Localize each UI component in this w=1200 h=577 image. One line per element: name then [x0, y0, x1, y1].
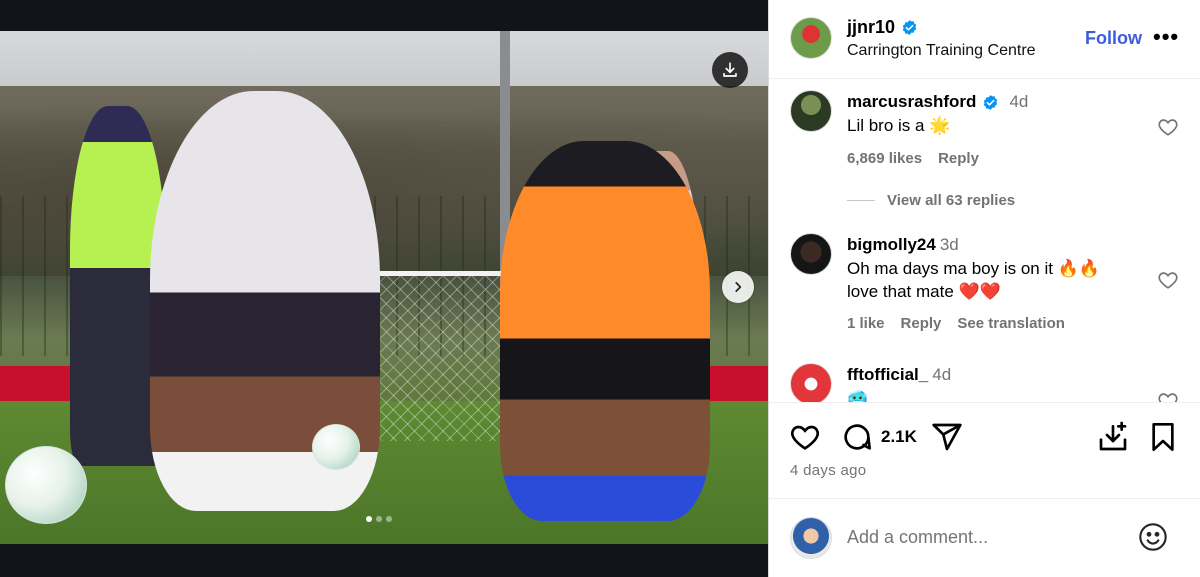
- post-time-ago[interactable]: 4 days ago: [790, 462, 866, 479]
- author-username-text[interactable]: jjnr10: [847, 17, 895, 38]
- author-username[interactable]: jjnr10: [847, 17, 918, 38]
- photo-ball: [5, 446, 87, 524]
- post-location[interactable]: Carrington Training Centre: [847, 42, 1036, 60]
- comments-list[interactable]: marcusrashford 4d Lil bro is a 🌟 6,869 l…: [769, 80, 1200, 402]
- comment-text-line: Oh ma days ma boy is on it 🔥🔥: [847, 259, 1101, 278]
- comment-text-line: love that mate ❤️❤️: [847, 282, 1001, 301]
- send-icon[interactable]: [931, 421, 963, 453]
- carousel-dot: [376, 516, 382, 522]
- post-sidebar: jjnr10 Carrington Training Centre Follow…: [768, 0, 1200, 577]
- heart-icon[interactable]: [1157, 390, 1179, 402]
- commenter-username[interactable]: fftofficial_ 4d: [847, 365, 951, 385]
- carousel-dot: [386, 516, 392, 522]
- heart-icon[interactable]: [1157, 116, 1179, 138]
- commenter-username-text[interactable]: fftofficial_: [847, 365, 928, 384]
- commenter-username-text[interactable]: bigmolly24: [847, 235, 936, 254]
- photo-player: [500, 141, 710, 521]
- commenter-username[interactable]: marcusrashford 4d: [847, 92, 1028, 112]
- commenter-avatar[interactable]: [790, 363, 832, 402]
- comment-text: 🥶: [847, 390, 869, 402]
- carousel-dot: [366, 516, 372, 522]
- emoji-icon[interactable]: [1137, 521, 1169, 553]
- comment-meta: 6,869 likes Reply: [847, 150, 979, 167]
- replies-divider: [847, 200, 875, 201]
- save-to-collection-icon[interactable]: [1097, 421, 1129, 453]
- reply-button[interactable]: Reply: [901, 315, 942, 332]
- chevron-right-icon: [735, 282, 742, 292]
- carousel-indicator: [366, 516, 392, 522]
- comment-text: Lil bro is a 🌟: [847, 116, 951, 135]
- post-actions: 2.1K 4 days ago: [769, 402, 1200, 498]
- post-header: jjnr10 Carrington Training Centre Follow…: [769, 0, 1200, 79]
- verified-badge-icon: [902, 20, 917, 35]
- commenter-username[interactable]: bigmolly24 3d: [847, 235, 959, 255]
- comment-time[interactable]: 4d: [1009, 92, 1028, 112]
- comment-likes[interactable]: 1 like: [847, 315, 885, 332]
- heart-icon[interactable]: [1157, 269, 1179, 291]
- more-options-button[interactable]: •••: [1153, 24, 1179, 50]
- next-slide-button[interactable]: [722, 271, 754, 303]
- heart-icon[interactable]: [789, 421, 821, 453]
- photo-ball: [312, 424, 360, 470]
- verified-badge-icon: [984, 94, 998, 110]
- bookmark-icon[interactable]: [1147, 421, 1179, 453]
- see-translation-button[interactable]: See translation: [957, 315, 1065, 332]
- add-comment-bar: [769, 498, 1200, 577]
- comment-time[interactable]: 3d: [940, 235, 959, 254]
- current-user-avatar: [790, 517, 832, 559]
- author-avatar[interactable]: [790, 17, 832, 59]
- comment-time[interactable]: 4d: [932, 365, 951, 384]
- media-pane: [0, 0, 768, 577]
- view-replies-text[interactable]: View all 63 replies: [887, 192, 1015, 209]
- commenter-username-text[interactable]: marcusrashford: [847, 92, 976, 112]
- post-likes-count[interactable]: 2.1K: [881, 427, 917, 447]
- commenter-avatar[interactable]: [790, 90, 832, 132]
- commenter-avatar[interactable]: [790, 233, 832, 275]
- comment-icon[interactable]: [841, 421, 873, 453]
- download-icon: [723, 62, 737, 77]
- download-button[interactable]: [712, 52, 748, 88]
- comment-meta: 1 like Reply See translation: [847, 315, 1065, 332]
- reply-button[interactable]: Reply: [938, 150, 979, 167]
- view-replies-button[interactable]: View all 63 replies: [847, 192, 1015, 209]
- comment-text: Oh ma days ma boy is on it 🔥🔥 love that …: [847, 257, 1100, 303]
- follow-button[interactable]: Follow: [1085, 28, 1142, 49]
- post-photo[interactable]: [0, 31, 768, 544]
- comment-input[interactable]: [847, 527, 1127, 548]
- comment-likes[interactable]: 6,869 likes: [847, 150, 922, 167]
